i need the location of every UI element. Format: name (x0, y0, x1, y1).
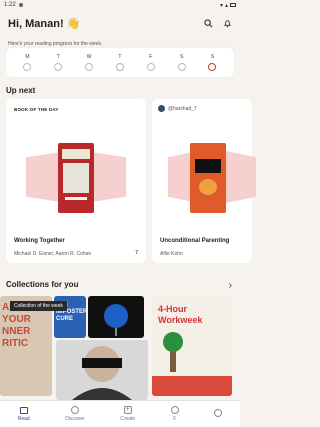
compass-icon (70, 406, 79, 414)
card-count: 7 (135, 250, 138, 256)
balloon-image (104, 304, 128, 336)
collection-tile-1[interactable]: ANISH YOUR NNER RITIC (0, 296, 52, 396)
search-icon[interactable] (204, 18, 213, 28)
card-author: Michael D. Eisner, Aaron R. Cohen (14, 251, 92, 257)
card-title: Unconditional Parenting (160, 238, 230, 244)
book-cover-stage (158, 143, 256, 213)
day-tuesday[interactable]: T (54, 54, 63, 71)
page-wing-right (226, 151, 256, 203)
card-user: @harshad_7 (158, 105, 197, 112)
progress-subtitle: Here's your reading progress for the wee… (8, 41, 103, 47)
blindfold-image (72, 346, 132, 400)
nav-discover[interactable]: Discover (65, 406, 85, 422)
nav-feed[interactable]: F (170, 406, 179, 422)
wifi-icon: ▾ (219, 2, 223, 9)
feed-icon (170, 406, 179, 414)
day-monday[interactable]: M (23, 54, 32, 71)
day-saturday[interactable]: S (177, 54, 186, 71)
bottom-nav: Read Discover + Create F (0, 400, 240, 427)
nav-create[interactable]: + Create (120, 406, 135, 422)
shared-book-card[interactable]: @harshad_7 Unconditional Parenting Alfie… (152, 99, 256, 263)
up-next-title: Up next (6, 86, 36, 95)
card-tag: BOOK OF THE DAY (14, 107, 59, 112)
header: Hi, Manan! 👋 (8, 14, 232, 32)
day-friday[interactable]: F (146, 54, 155, 71)
day-thursday[interactable]: T (115, 54, 124, 71)
collection-tile-4[interactable] (56, 340, 148, 400)
nav-read[interactable]: Read (18, 406, 30, 422)
book-icon (19, 406, 28, 414)
day-sunday[interactable]: S (208, 54, 217, 71)
status-time: 1:22 (4, 2, 16, 8)
collections-title: Collections for you (6, 280, 79, 289)
chevron-right-icon[interactable]: › (229, 280, 232, 291)
book-of-the-day-card[interactable]: BOOK OF THE DAY Working Together Michael… (6, 99, 146, 263)
collection-tile-5[interactable]: 4-Hour Workweek (152, 296, 232, 396)
bell-icon[interactable] (223, 19, 232, 28)
status-bar: 1:22 ▾ ▴ (0, 0, 240, 10)
book-cover (58, 143, 94, 213)
signal-icon: ▴ (224, 2, 228, 9)
profile-icon (214, 409, 223, 417)
user-avatar (158, 105, 165, 112)
collection-tile-3[interactable] (88, 296, 144, 338)
battery-icon (230, 3, 236, 7)
nav-profile[interactable] (214, 409, 223, 419)
week-progress-card: M T W T F S S (6, 48, 234, 77)
plus-icon: + (123, 406, 132, 414)
palm-tree-image (152, 332, 232, 396)
username: @harshad_7 (168, 105, 197, 112)
book-cover-stage (16, 143, 136, 213)
day-wednesday[interactable]: W (85, 54, 94, 71)
card-author: Alfie Kohn (160, 251, 183, 257)
notification-dot-icon (18, 3, 23, 7)
card-title: Working Together (14, 238, 65, 244)
greeting: Hi, Manan! 👋 (8, 17, 81, 30)
book-cover (190, 143, 226, 213)
collection-badge: Collection of the week (10, 301, 67, 311)
